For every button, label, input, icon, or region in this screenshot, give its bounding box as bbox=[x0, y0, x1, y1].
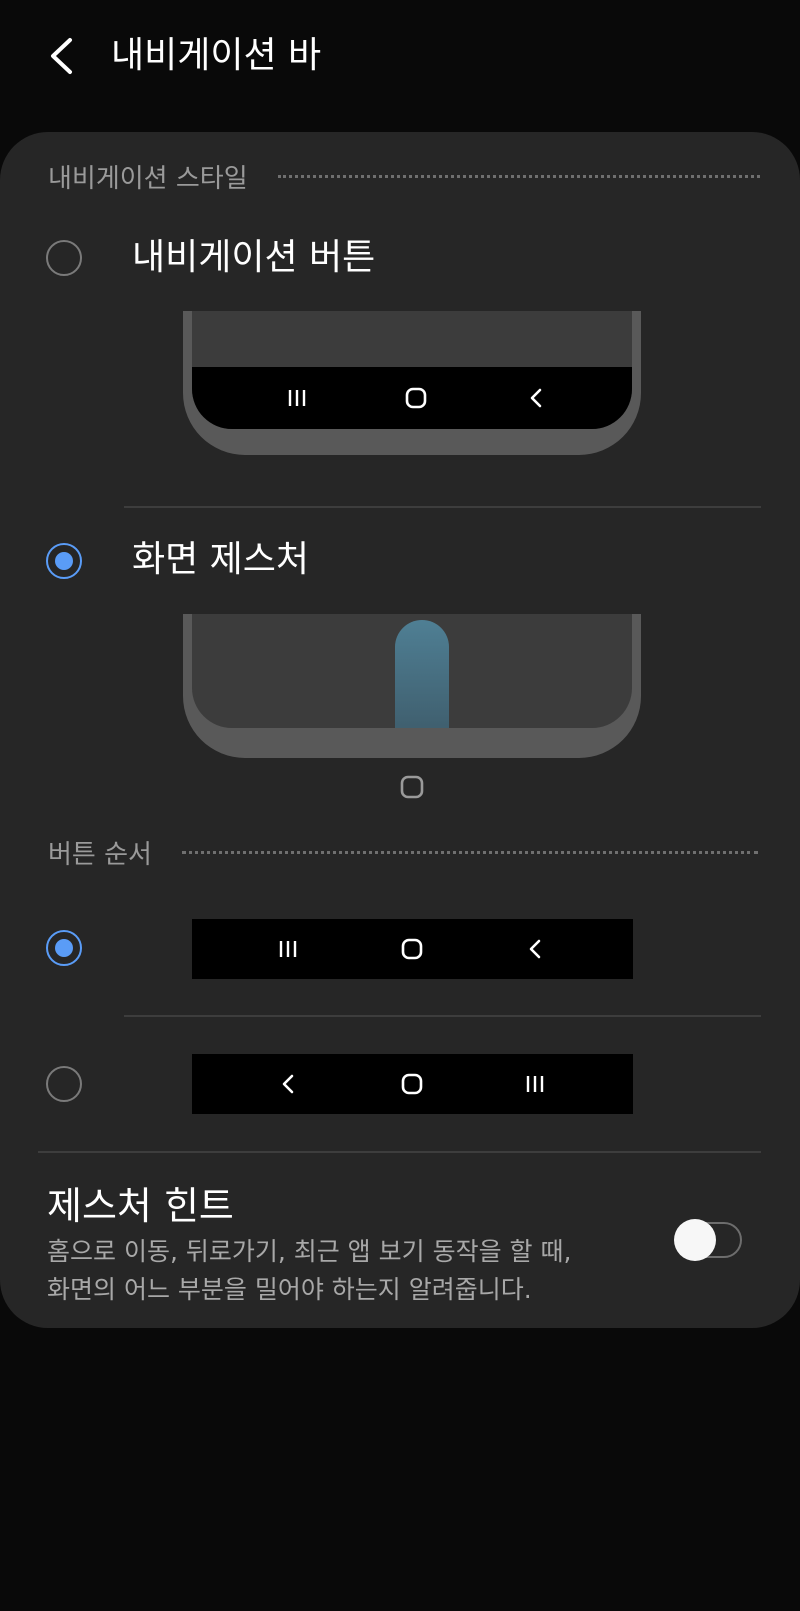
button-order-option-2[interactable] bbox=[192, 1054, 633, 1114]
home-icon bbox=[400, 775, 424, 799]
screen-gestures-preview[interactable] bbox=[183, 614, 641, 758]
back-icon bbox=[530, 388, 542, 408]
home-icon bbox=[405, 387, 427, 409]
divider bbox=[124, 1015, 761, 1017]
option-label-screen-gestures[interactable]: 화면 제스처 bbox=[132, 536, 309, 584]
section-header-button-order: 버튼 순서 bbox=[48, 832, 758, 872]
recents-icon bbox=[288, 390, 306, 406]
back-icon bbox=[282, 1074, 294, 1094]
back-button[interactable] bbox=[38, 28, 86, 84]
radio-navigation-buttons[interactable] bbox=[46, 240, 82, 276]
section-header-navigation-style: 내비게이션 스타일 bbox=[48, 156, 760, 196]
radio-button-order-2[interactable] bbox=[46, 1066, 82, 1102]
phone-screen bbox=[192, 614, 632, 728]
gesture-hint-description-line: 화면의 어느 부분을 밀어야 하는지 알려줍니다. bbox=[47, 1275, 532, 1304]
radio-screen-gestures[interactable] bbox=[46, 543, 82, 579]
phone-screen bbox=[192, 311, 632, 429]
toggle-knob bbox=[674, 1219, 716, 1261]
section-title: 내비게이션 스타일 bbox=[48, 163, 248, 194]
home-icon bbox=[401, 938, 423, 960]
section-title: 버튼 순서 bbox=[48, 839, 152, 870]
back-arrow-icon bbox=[51, 38, 72, 74]
swipe-up-indicator bbox=[395, 620, 449, 728]
recents-icon bbox=[279, 941, 297, 957]
divider bbox=[124, 506, 761, 508]
button-order-option-1[interactable] bbox=[192, 919, 633, 979]
app-header: 내비게이션 바 bbox=[0, 0, 800, 115]
home-icon bbox=[401, 1073, 423, 1095]
radio-button-order-1[interactable] bbox=[46, 930, 82, 966]
option-label-navigation-buttons[interactable]: 내비게이션 버튼 bbox=[132, 234, 375, 282]
back-icon bbox=[529, 939, 541, 959]
gesture-hint-toggle[interactable] bbox=[674, 1219, 748, 1261]
gesture-hint-description: 홈으로 이동, 뒤로가기, 최근 앱 보기 동작을 할 때, 화면의 어느 부분… bbox=[47, 1233, 647, 1309]
page-title: 내비게이션 바 bbox=[111, 35, 322, 76]
preview-navbar bbox=[192, 367, 632, 429]
section-divider-dots bbox=[277, 174, 760, 178]
divider bbox=[38, 1151, 761, 1153]
gesture-hint-description-line: 홈으로 이동, 뒤로가기, 최근 앱 보기 동작을 할 때, bbox=[47, 1237, 572, 1266]
gesture-hint-title[interactable]: 제스처 힌트 bbox=[47, 1180, 234, 1232]
section-divider-dots bbox=[181, 850, 758, 854]
recents-icon bbox=[526, 1076, 544, 1092]
navigation-buttons-preview[interactable] bbox=[183, 311, 641, 455]
